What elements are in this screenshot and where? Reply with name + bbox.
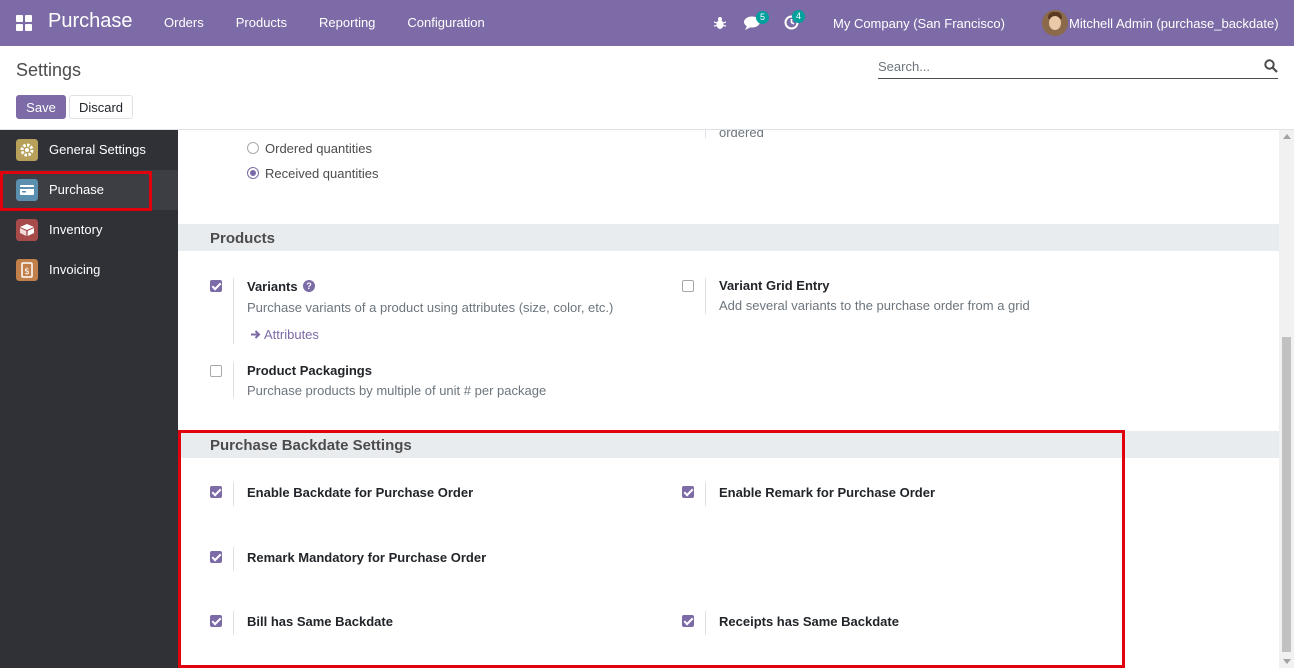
main-menu: Orders Products Reporting Configuration <box>148 0 501 46</box>
sidebar-item-invoicing[interactable]: $ Invoicing <box>0 250 178 290</box>
attributes-link[interactable]: Attributes <box>264 327 319 342</box>
apps-menu-icon[interactable] <box>16 15 32 31</box>
settings-sidebar: General Settings Purchase Inventory $ In… <box>0 130 178 668</box>
variant-grid-checkbox[interactable] <box>682 280 694 292</box>
menu-configuration[interactable]: Configuration <box>391 0 500 46</box>
section-title: Purchase Backdate Settings <box>210 437 412 454</box>
setting-title: Variants <box>247 279 298 294</box>
control-panel: Settings Save Discard <box>0 46 1294 130</box>
sidebar-item-label: General Settings <box>49 142 146 157</box>
divider <box>705 278 706 314</box>
setting-title: Enable Remark for Purchase Order <box>719 485 936 500</box>
sidebar-item-label: Inventory <box>49 222 103 237</box>
remark-mandatory-checkbox[interactable] <box>210 551 222 563</box>
gear-icon <box>16 139 38 161</box>
inventory-app-icon <box>16 219 38 241</box>
divider <box>233 278 234 344</box>
setting-title: Bill has Same Backdate <box>247 614 393 629</box>
setting-title: Receipts has Same Backdate <box>719 614 899 629</box>
variants-checkbox[interactable] <box>210 280 222 292</box>
menu-reporting[interactable]: Reporting <box>303 0 391 46</box>
enable-backdate-checkbox[interactable] <box>210 486 222 498</box>
sidebar-item-label: Purchase <box>49 182 104 197</box>
section-header-purchase-backdate: Purchase Backdate Settings <box>178 431 1279 458</box>
help-question-icon[interactable]: ? <box>303 280 315 292</box>
activity-count-badge: 4 <box>792 10 805 23</box>
radio-received-quantities[interactable] <box>247 167 259 179</box>
divider <box>233 611 234 635</box>
scroll-up-arrow-icon[interactable] <box>1283 134 1291 139</box>
sidebar-item-general-settings[interactable]: General Settings <box>0 130 178 170</box>
settings-content: ordered Ordered quantities Received quan… <box>178 130 1279 668</box>
sidebar-item-label: Invoicing <box>49 262 101 277</box>
product-packagings-checkbox[interactable] <box>210 365 222 377</box>
bug-icon[interactable] <box>714 16 726 30</box>
app-brand[interactable]: Purchase <box>48 10 133 33</box>
page-title: Settings <box>16 60 82 80</box>
setting-title: Remark Mandatory for Purchase Order <box>247 550 487 565</box>
divider <box>705 482 706 506</box>
divider <box>233 482 234 506</box>
divider <box>705 130 706 138</box>
radio-label: Received quantities <box>265 166 379 181</box>
receipts-same-backdate-checkbox[interactable] <box>682 615 694 627</box>
chat-count-badge: 5 <box>756 11 769 24</box>
search-input[interactable] <box>878 56 1248 76</box>
purchase-app-icon <box>16 179 38 201</box>
scroll-down-arrow-icon[interactable] <box>1283 659 1291 664</box>
enable-remark-checkbox[interactable] <box>682 486 694 498</box>
save-button[interactable]: Save <box>16 95 66 119</box>
section-header-products: Products <box>178 224 1279 251</box>
discard-button[interactable]: Discard <box>69 95 133 119</box>
top-navbar: Purchase Orders Products Reporting Confi… <box>0 0 1294 46</box>
section-title: Products <box>210 230 276 247</box>
setting-description: Purchase variants of a product using att… <box>247 300 614 315</box>
partial-description: ordered <box>719 130 764 140</box>
bill-same-backdate-checkbox[interactable] <box>210 615 222 627</box>
radio-label: Ordered quantities <box>265 141 372 156</box>
search-icon[interactable] <box>1264 59 1278 73</box>
user-menu[interactable]: Mitchell Admin (purchase_backdate) <box>1069 16 1279 31</box>
menu-products[interactable]: Products <box>220 0 303 46</box>
sidebar-item-inventory[interactable]: Inventory <box>0 210 178 250</box>
divider <box>233 362 234 398</box>
radio-ordered-quantities[interactable] <box>247 142 259 154</box>
svg-text:$: $ <box>24 267 30 277</box>
setting-title: Enable Backdate for Purchase Order <box>247 485 474 500</box>
search-bar <box>878 56 1278 79</box>
divider <box>705 611 706 635</box>
company-switcher[interactable]: My Company (San Francisco) <box>833 16 1005 31</box>
scroll-thumb[interactable] <box>1282 337 1291 652</box>
divider <box>233 547 234 571</box>
invoicing-app-icon: $ <box>16 259 38 281</box>
sidebar-item-purchase[interactable]: Purchase <box>0 170 178 210</box>
setting-description: Add several variants to the purchase ord… <box>719 298 1030 313</box>
menu-orders[interactable]: Orders <box>148 0 220 46</box>
setting-title: Variant Grid Entry <box>719 278 830 293</box>
user-avatar[interactable] <box>1042 10 1068 36</box>
setting-description: Purchase products by multiple of unit # … <box>247 383 547 398</box>
setting-title: Product Packagings <box>247 363 372 378</box>
arrow-right-icon <box>251 330 261 339</box>
vertical-scrollbar[interactable] <box>1279 130 1294 668</box>
